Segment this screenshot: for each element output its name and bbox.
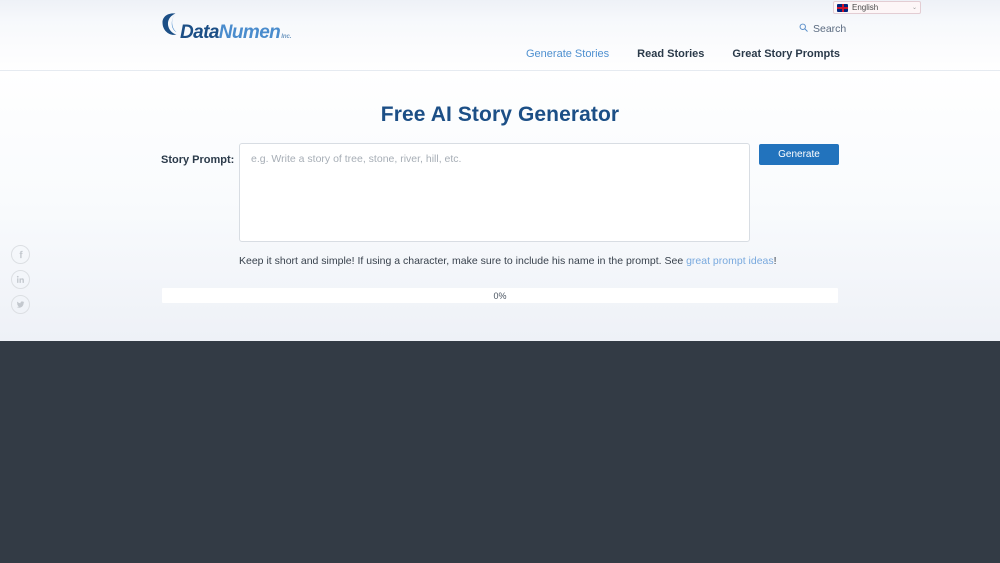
story-prompt-label: Story Prompt: <box>161 154 235 166</box>
chevron-down-icon: ⌄ <box>911 4 917 11</box>
site-logo[interactable]: DataNumenInc. <box>160 13 292 42</box>
search-link[interactable]: Search <box>799 23 846 35</box>
prompt-hint: Keep it short and simple! If using a cha… <box>239 255 777 267</box>
generate-button[interactable]: Generate <box>759 144 839 165</box>
floating-social-rail <box>11 245 30 314</box>
linkedin-icon <box>16 271 25 289</box>
logo-wordmark: DataNumenInc. <box>180 23 292 42</box>
uk-flag-icon <box>837 3 848 12</box>
prompt-hint-text: Keep it short and simple! If using a cha… <box>239 255 687 267</box>
great-prompt-ideas-link[interactable]: great prompt ideas <box>686 255 774 267</box>
rail-twitter-button[interactable] <box>11 295 30 314</box>
search-label: Search <box>813 23 847 35</box>
facebook-icon <box>16 246 25 264</box>
page-root: English ⌄ Search DataNumenInc. Generate … <box>0 0 1000 563</box>
nav-item-read-stories[interactable]: Read Stories <box>637 48 704 60</box>
logo-text-data: Data <box>180 22 219 43</box>
language-label: English <box>852 2 879 12</box>
main-navigation: Generate Stories Read Stories Great Stor… <box>526 48 840 60</box>
rail-facebook-button[interactable] <box>11 245 30 264</box>
site-footer: Follow or like us on Facebook, LinkedIn … <box>0 341 1000 563</box>
search-icon <box>799 23 808 35</box>
logo-text-numen: Numen <box>218 22 281 43</box>
nav-item-great-story-prompts[interactable]: Great Story Prompts <box>732 48 840 60</box>
twitter-icon <box>16 296 25 314</box>
language-selector[interactable]: English ⌄ <box>833 1 921 14</box>
header-divider <box>0 70 1000 71</box>
rail-linkedin-button[interactable] <box>11 270 30 289</box>
generation-progress-bar: 0% <box>162 288 838 303</box>
prompt-hint-suffix: ! <box>773 255 777 267</box>
nav-item-generate-stories[interactable]: Generate Stories <box>526 48 609 60</box>
story-prompt-input[interactable] <box>239 143 750 242</box>
swoosh-icon <box>160 12 182 42</box>
page-title: Free AI Story Generator <box>380 103 620 126</box>
logo-text-inc: Inc. <box>281 34 292 40</box>
progress-percent-label: 0% <box>493 290 507 301</box>
